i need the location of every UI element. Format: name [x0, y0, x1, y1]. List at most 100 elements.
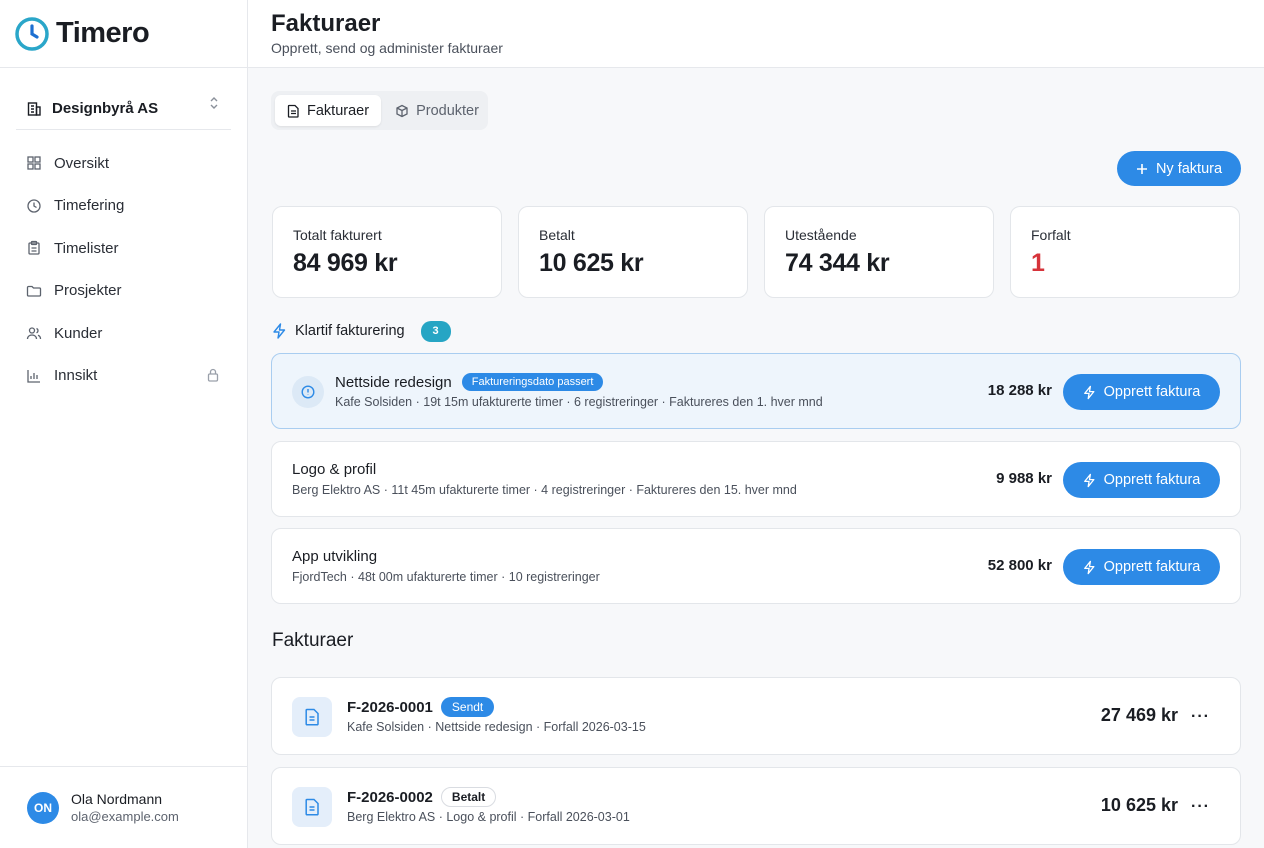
sidebar-item-label: Innsikt	[54, 367, 98, 385]
status-badge: Faktureringsdato passert	[461, 373, 604, 391]
project-name: Logo & profil	[292, 461, 377, 478]
project-name: Nettside redesign	[335, 373, 452, 391]
invoice-row[interactable]: F-2026-0001 Sendt Kafe Solsiden · Nettsi…	[271, 677, 1241, 755]
page-subtitle: Opprett, send og administer fakturaer	[271, 40, 503, 56]
quick-billing-item: App utvikling FjordTech · 48t 00m ufaktu…	[271, 528, 1241, 604]
sidebar-item-kunder[interactable]: Kunder	[16, 312, 231, 355]
lightning-icon	[1083, 385, 1095, 399]
lightning-icon	[1083, 473, 1095, 487]
sidebar-item-timelister[interactable]: Timelister	[16, 227, 231, 270]
tab-fakturaer[interactable]: Fakturaer	[275, 95, 382, 126]
org-switcher[interactable]: Designbyrå AS	[16, 88, 231, 130]
sidebar-nav: Oversikt Timefering Timelister Prosjekte…	[0, 142, 247, 397]
invoice-number: F-2026-0002	[347, 788, 433, 806]
stat-label: Utestående	[785, 227, 857, 243]
lightning-icon	[273, 323, 286, 339]
user-details: Ola Nordmann ola@example.com	[71, 791, 179, 824]
invoice-document-icon	[292, 697, 332, 737]
quick-billing-item-details: Kafe Solsiden · 19t 15m ufakturerte time…	[335, 395, 823, 409]
tab-label: Fakturaer	[307, 102, 370, 119]
invoice-details: Kafe Solsiden · Nettside redesign · Forf…	[347, 720, 646, 734]
clock-logo-icon	[15, 16, 49, 51]
new-invoice-button[interactable]: Ny faktura	[1117, 151, 1241, 186]
status-badge: Sendt	[440, 697, 495, 717]
user-name: Ola Nordmann	[71, 791, 163, 807]
stat-card-total: Totalt fakturert 84 969 kr	[272, 206, 502, 298]
clock-icon	[27, 199, 41, 213]
stat-value: 74 344 kr	[785, 249, 890, 277]
sidebar-item-label: Oversikt	[54, 154, 110, 172]
create-invoice-label: Opprett faktura	[1103, 559, 1201, 575]
invoice-number: F-2026-0001	[347, 698, 433, 716]
create-invoice-label: Opprett faktura	[1103, 472, 1201, 488]
invoice-document-icon	[292, 787, 332, 827]
tab-produkter[interactable]: Produkter	[383, 95, 491, 126]
stat-card-paid: Betalt 10 625 kr	[518, 206, 748, 298]
quick-billing-header: Klartif fakturering 3	[272, 320, 451, 342]
sidebar-item-oversikt[interactable]: Oversikt	[16, 142, 231, 185]
stat-card-overdue: Forfalt 1	[1010, 206, 1240, 298]
quick-billing-item-details: FjordTech · 48t 00m ufakturerte timer · …	[292, 570, 600, 584]
create-invoice-label: Opprett faktura	[1103, 384, 1201, 400]
quick-billing-amount: 52 800 kr	[987, 557, 1052, 574]
org-name: Designbyrå AS	[52, 100, 159, 117]
clipboard-icon	[28, 241, 40, 255]
folder-icon	[26, 285, 42, 297]
quick-billing-item-title: App utvikling	[292, 548, 377, 565]
invoice-details: Berg Elektro AS · Logo & profil · Forfal…	[347, 810, 630, 824]
stat-label: Forfalt	[1031, 227, 1071, 243]
quick-billing-amount: 9 988 kr	[996, 470, 1052, 487]
sidebar-item-label: Timelister	[54, 239, 119, 257]
new-invoice-label: Ny faktura	[1155, 160, 1223, 177]
quick-billing-count: 3	[420, 320, 451, 342]
quick-billing-item: Nettside redesign Faktureringsdato passe…	[271, 353, 1241, 429]
invoice-title: F-2026-0001 Sendt	[347, 697, 495, 717]
building-icon	[27, 101, 41, 116]
lock-icon	[207, 368, 219, 382]
quick-billing-item: Logo & profil Berg Elektro AS · 11t 45m …	[271, 441, 1241, 517]
sidebar-item-label: Kunder	[54, 324, 103, 342]
sidebar: Timero Designbyrå AS Oversikt Timefering	[0, 0, 248, 848]
user-email: ola@example.com	[71, 809, 179, 824]
chevron-up-down-icon	[210, 97, 218, 109]
quick-billing-title: Klartif fakturering	[295, 323, 405, 339]
project-name: App utvikling	[292, 548, 378, 565]
invoice-row[interactable]: F-2026-0002 Betalt Berg Elektro AS · Log…	[271, 767, 1241, 845]
quick-billing-item-details: Berg Elektro AS · 11t 45m ufakturerte ti…	[292, 483, 797, 497]
sidebar-item-prosjekter[interactable]: Prosjekter	[16, 270, 231, 313]
sidebar-item-label: Timefering	[54, 197, 125, 215]
invoice-amount: 27 469 kr	[1100, 705, 1178, 725]
stat-value: 10 625 kr	[539, 249, 644, 277]
more-options-icon[interactable]: ···	[1191, 798, 1210, 816]
more-options-icon[interactable]: ···	[1191, 708, 1210, 726]
info-icon	[292, 376, 324, 408]
tab-label: Produkter	[416, 102, 479, 119]
plus-icon	[1136, 163, 1147, 174]
page-header: Fakturaer Opprett, send og administer fa…	[248, 0, 1264, 68]
avatar: ON	[27, 791, 59, 824]
quick-billing-item-title: Nettside redesign Faktureringsdato passe…	[335, 373, 604, 391]
app-logo[interactable]: Timero	[0, 0, 247, 68]
quick-billing-item-title: Logo & profil	[292, 461, 376, 478]
users-icon	[26, 327, 42, 340]
invoice-title: F-2026-0002 Betalt	[347, 787, 497, 807]
sidebar-item-innsikt[interactable]: Innsikt	[16, 355, 231, 398]
create-invoice-button[interactable]: Opprett faktura	[1063, 462, 1220, 498]
stat-value: 1	[1031, 249, 1045, 277]
stat-card-outstanding: Utestående 74 344 kr	[764, 206, 994, 298]
status-badge: Betalt	[440, 787, 497, 807]
tab-bar: Fakturaer Produkter	[271, 91, 488, 130]
invoice-amount: 10 625 kr	[1100, 795, 1178, 815]
app-name: Timero	[56, 17, 150, 49]
document-icon	[287, 104, 299, 118]
package-icon	[396, 104, 408, 117]
create-invoice-button[interactable]: Opprett faktura	[1063, 549, 1220, 585]
sidebar-item-label: Prosjekter	[54, 282, 122, 300]
quick-billing-amount: 18 288 kr	[987, 382, 1052, 399]
grid-icon	[27, 156, 41, 170]
create-invoice-button[interactable]: Opprett faktura	[1063, 374, 1220, 410]
lightning-icon	[1083, 560, 1095, 574]
user-profile[interactable]: ON Ola Nordmann ola@example.com	[0, 766, 247, 848]
stat-value: 84 969 kr	[293, 249, 398, 277]
sidebar-item-timefering[interactable]: Timefering	[16, 185, 231, 228]
